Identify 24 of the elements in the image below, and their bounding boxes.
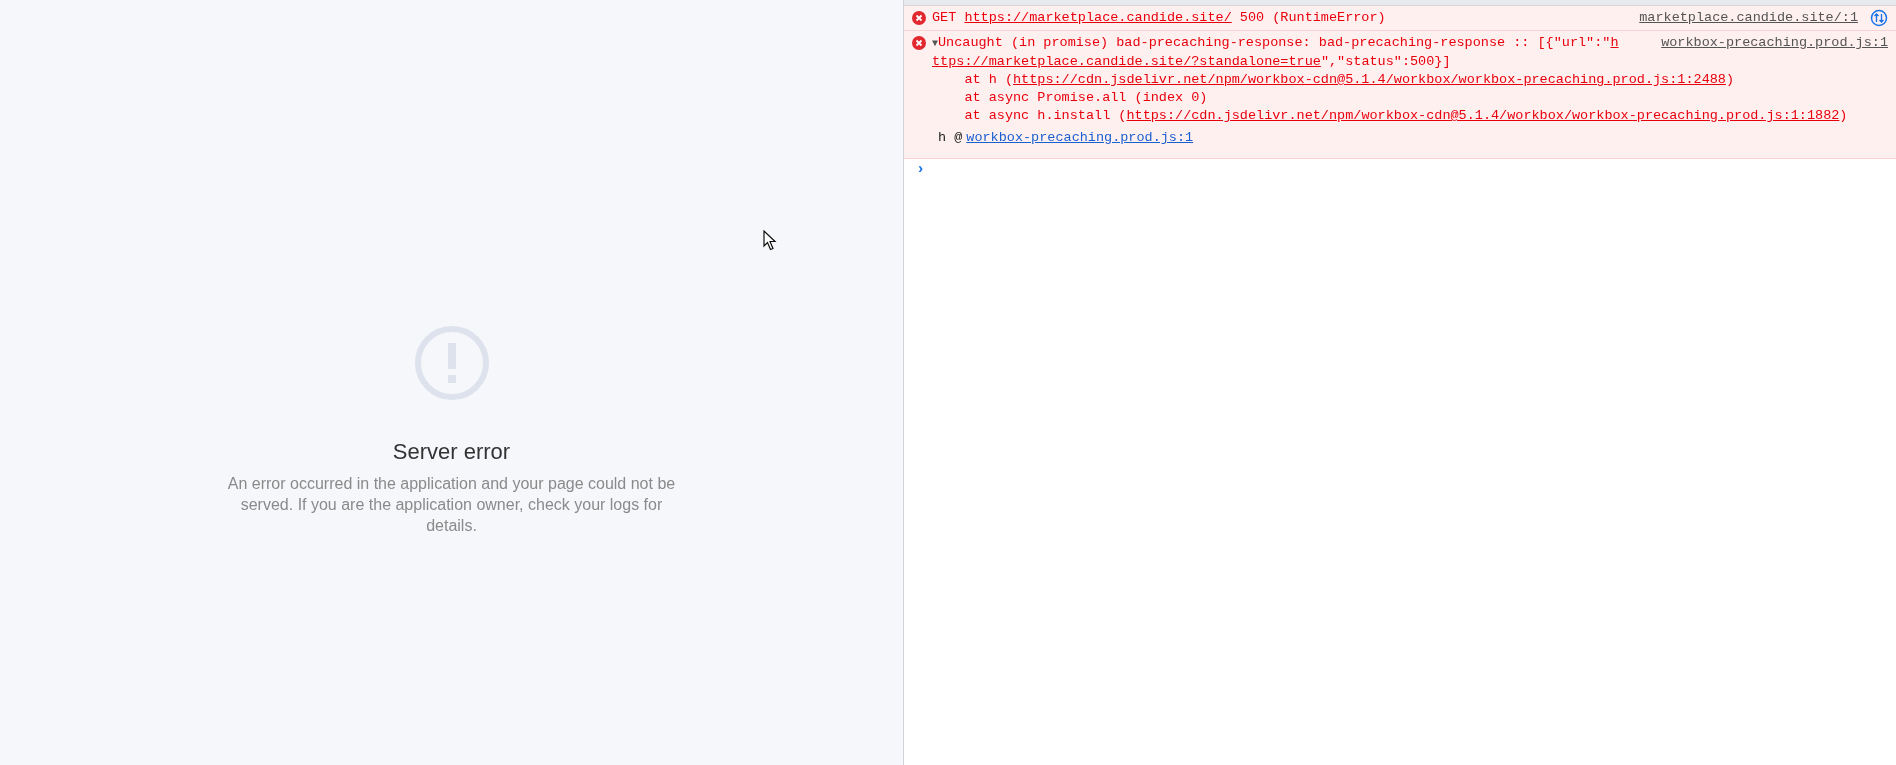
link[interactable]: h	[1610, 35, 1619, 50]
source-link[interactable]: marketplace.candide.site/:1	[1639, 9, 1858, 27]
source-link[interactable]: workbox-precaching.prod.js:1	[1661, 34, 1888, 52]
expanded-triangle-icon[interactable]: ▼	[932, 38, 938, 49]
console-line: ttps://marketplace.candide.site/?standalone=true","status":500}]	[932, 53, 1451, 71]
link[interactable]: https://cdn.jsdelivr.net/npm/workbox-cdn@5.1.4/workbox/workbox-precaching.prod.js:1:2488	[1013, 72, 1726, 87]
link[interactable]: ttps://marketplace.candide.site/?standalone=true	[932, 54, 1321, 69]
error-title: Server error	[392, 439, 511, 465]
console-line: GET https://marketplace.candide.site/ 500 (RuntimeError)	[932, 9, 1386, 27]
link[interactable]: https://cdn.jsdelivr.net/npm/workbox-cdn@5.1.4/workbox/workbox-precaching.prod.js:1:1882	[1126, 108, 1840, 123]
warning-icon	[413, 325, 490, 401]
cursor-icon	[763, 230, 777, 251]
caller-link[interactable]: workbox-precaching.prod.js:1	[966, 129, 1194, 147]
link[interactable]: https://marketplace.candide.site/	[964, 10, 1232, 25]
caller-name: h @	[938, 129, 963, 147]
console-line: at async Promise.all (index 0)	[963, 89, 1208, 107]
arrows-circle-icon[interactable]	[1870, 9, 1888, 27]
console-prompt[interactable]: ›	[904, 159, 1896, 180]
console-line: ▼Uncaught (in promise) bad-precaching-response: bad-precaching-response :: [{"url":"h	[932, 34, 1619, 52]
error-icon	[912, 11, 926, 25]
error-icon	[912, 36, 926, 50]
console-line: at h (https://cdn.jsdelivr.net/npm/workbox-cdn@5.1.4/workbox/workbox-precaching.prod.js:1:2488)	[963, 71, 1735, 89]
console-line: at async h.install (https://cdn.jsdelivr.net/npm/workbox-cdn@5.1.4/workbox/workbox-precaching.prod.js:1:1882)	[963, 107, 1848, 125]
error-message: An error occurred in the application and your page could not be served. If you are the application owner, check your logs for details.	[226, 474, 677, 536]
